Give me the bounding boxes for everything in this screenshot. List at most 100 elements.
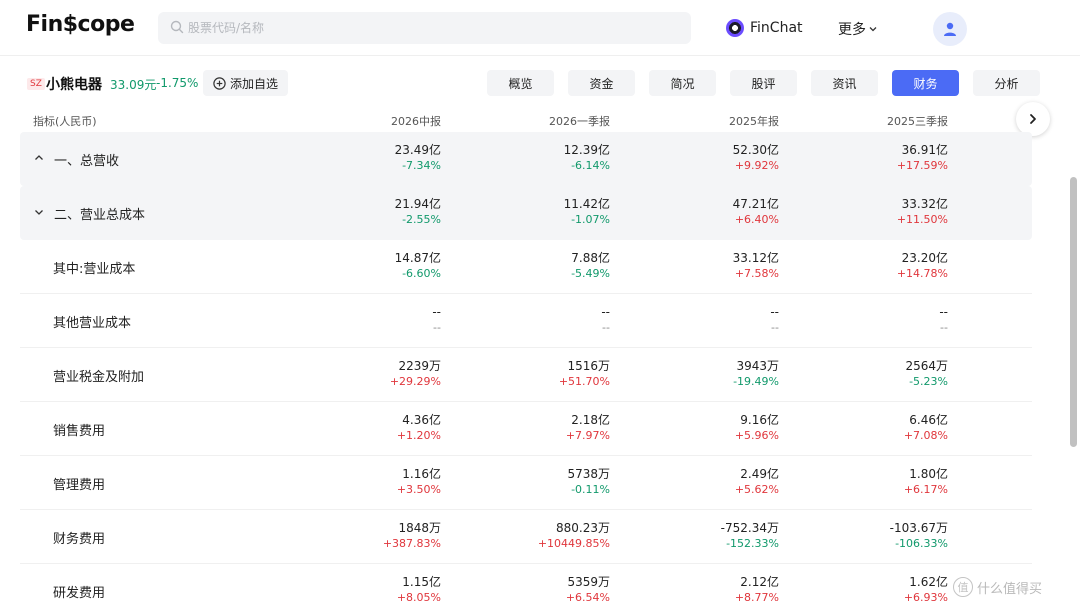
table-cell: 52.30亿 +9.92% — [659, 142, 779, 174]
tab-profile[interactable]: 简况 — [649, 70, 716, 96]
cell-change: +6.54% — [565, 591, 610, 604]
table-cell: 21.94亿 -2.55% — [321, 196, 441, 228]
finchat-button[interactable]: FinChat — [726, 18, 803, 38]
cell-value: 14.87亿 — [394, 251, 441, 265]
row-label: 其他营业成本 — [53, 316, 132, 331]
cell-value: 880.23万 — [556, 521, 610, 535]
cell-change: +8.77% — [734, 591, 779, 604]
table-group-row[interactable]: 二、营业总成本 21.94亿 -2.55% 11.42亿 -1.07% 47.21亿 +6.… — [20, 186, 1032, 240]
table-header: 指标(人民币) 2026中报 2026一季报 2025年报 2025三季报 — [0, 108, 1040, 132]
user-icon — [944, 22, 956, 36]
cell-value: 2.12亿 — [740, 575, 779, 589]
table-cell: 11.42亿 -1.07% — [490, 196, 610, 228]
cell-change: -- — [602, 321, 610, 334]
cell-value: 23.49亿 — [394, 143, 441, 157]
table-cell: 1848万 +387.83% — [321, 520, 441, 552]
add-watchlist-button[interactable]: 添加自选 — [203, 70, 289, 96]
chevron-down-icon[interactable] — [34, 207, 44, 217]
period-header: 2026一季报 — [549, 115, 610, 128]
table-group-row[interactable]: 一、总营收 23.49亿 -7.34% 12.39亿 -6.14% 52.30亿 +9.92… — [20, 132, 1032, 186]
table-cell: -- -- — [490, 304, 610, 336]
stock-bar: SZ 小熊电器 33.09元 -1.75% 添加自选 概览 资金 简况 股评 资… — [0, 58, 1080, 108]
cell-value: 33.32亿 — [901, 197, 948, 211]
table-row: 其他营业成本 -- -- -- -- -- -- -- -- — [20, 294, 1032, 348]
cell-value: 4.36亿 — [402, 413, 441, 427]
scrollbar-thumb[interactable] — [1070, 177, 1077, 447]
search-input[interactable] — [188, 12, 678, 44]
watermark-text: 什么值得买 — [977, 581, 1043, 597]
cell-value: 1848万 — [398, 521, 441, 535]
market-badge: SZ — [27, 78, 45, 90]
app-logo[interactable]: Fin$cope — [26, 12, 135, 37]
cell-value: 1.15亿 — [402, 575, 441, 589]
more-label: 更多 — [838, 22, 866, 38]
table-cell: 14.87亿 -6.60% — [321, 250, 441, 282]
next-columns-button[interactable] — [1016, 102, 1050, 136]
table-cell: 1.15亿 +8.05% — [321, 574, 441, 606]
table-cell: 23.49亿 -7.34% — [321, 142, 441, 174]
cell-value: -- — [939, 305, 948, 319]
cell-change: -5.23% — [909, 375, 948, 388]
finchat-icon — [726, 19, 744, 37]
cell-value: 12.39亿 — [563, 143, 610, 157]
cell-value: 1.16亿 — [402, 467, 441, 481]
cell-value: -103.67万 — [889, 521, 948, 535]
table-row: 财务费用 1848万 +387.83% 880.23万 +10449.85% -752.3… — [20, 510, 1032, 564]
cell-change: +14.78% — [896, 267, 948, 280]
table-cell: -103.67万 -106.33% — [828, 520, 948, 552]
chevron-right-icon — [1030, 114, 1036, 124]
row-label: 二、营业总成本 — [54, 208, 146, 223]
table-cell: 23.20亿 +14.78% — [828, 250, 948, 282]
table-cell: -752.34万 -152.33% — [659, 520, 779, 552]
cell-change: +51.70% — [558, 375, 610, 388]
row-label: 一、总营收 — [54, 154, 120, 169]
row-label: 财务费用 — [53, 532, 106, 547]
period-header: 2025年报 — [729, 115, 779, 128]
row-label: 其中:营业成本 — [53, 262, 136, 277]
table-cell: -- -- — [659, 304, 779, 336]
more-menu[interactable]: 更多 — [838, 19, 878, 39]
cell-value: 6.46亿 — [909, 413, 948, 427]
cell-change: +5.62% — [734, 483, 779, 496]
cell-change: +7.58% — [734, 267, 779, 280]
table-row: 销售费用 4.36亿 +1.20% 2.18亿 +7.97% 9.16亿 +5.96% 6.4… — [20, 402, 1032, 456]
cell-change: -6.60% — [402, 267, 441, 280]
tab-funds[interactable]: 资金 — [568, 70, 635, 96]
watermark-logo-icon: 值 — [953, 577, 973, 597]
cell-change: +7.97% — [565, 429, 610, 442]
tab-reviews[interactable]: 股评 — [730, 70, 797, 96]
stock-name: 小熊电器 — [46, 77, 102, 93]
chevron-up-icon[interactable] — [34, 153, 44, 163]
cell-value: -- — [770, 305, 779, 319]
avatar[interactable] — [933, 12, 967, 46]
chevron-down-icon — [869, 27, 877, 32]
cell-value: 9.16亿 — [740, 413, 779, 427]
tab-news[interactable]: 资讯 — [811, 70, 878, 96]
finchat-label: FinChat — [750, 20, 803, 36]
table-cell: 1.16亿 +3.50% — [321, 466, 441, 498]
tab-financials[interactable]: 财务 — [892, 70, 959, 96]
cell-change: -5.49% — [571, 267, 610, 280]
cell-change: +8.05% — [396, 591, 441, 604]
search-icon — [170, 20, 184, 34]
table-cell: 1516万 +51.70% — [490, 358, 610, 390]
table-cell: 6.46亿 +7.08% — [828, 412, 948, 444]
table-cell: 5359万 +6.54% — [490, 574, 610, 606]
cell-value: -- — [432, 305, 441, 319]
tab-analysis[interactable]: 分析 — [973, 70, 1040, 96]
cell-value: 33.12亿 — [732, 251, 779, 265]
cell-change: +17.59% — [896, 159, 948, 172]
tab-overview[interactable]: 概览 — [487, 70, 554, 96]
table-cell: 12.39亿 -6.14% — [490, 142, 610, 174]
cell-value: -- — [601, 305, 610, 319]
search-box[interactable] — [158, 12, 691, 44]
add-watchlist-label: 添加自选 — [230, 76, 279, 91]
table-cell: 47.21亿 +6.40% — [659, 196, 779, 228]
cell-value: 2.49亿 — [740, 467, 779, 481]
table-row: 研发费用 1.15亿 +8.05% 5359万 +6.54% 2.12亿 +8.77% 1.6… — [20, 564, 1032, 608]
cell-value: 21.94亿 — [394, 197, 441, 211]
cell-value: 11.42亿 — [563, 197, 610, 211]
cell-change: +7.08% — [903, 429, 948, 442]
cell-change: +387.83% — [382, 537, 441, 550]
table-cell: 1.80亿 +6.17% — [828, 466, 948, 498]
